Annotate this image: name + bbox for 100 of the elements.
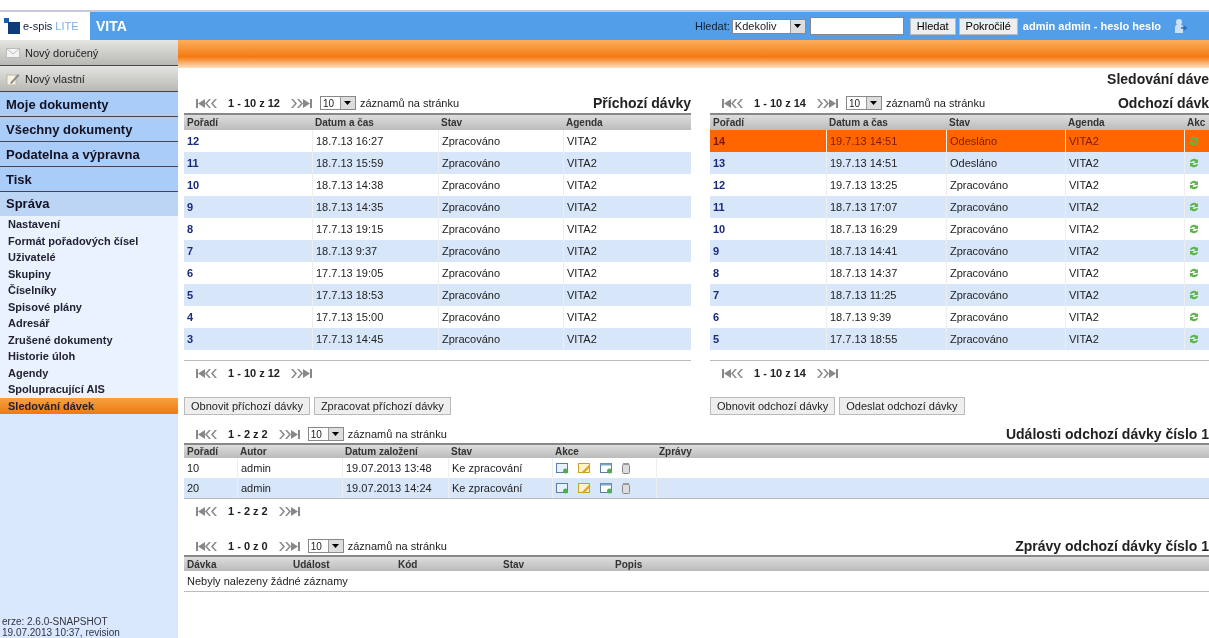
refresh-icon[interactable]	[1188, 267, 1200, 279]
column-header[interactable]: Událost	[290, 557, 395, 571]
column-header[interactable]: Datum a čas	[312, 115, 438, 130]
column-header[interactable]: Stav	[946, 115, 1065, 130]
action-button[interactable]: Obnovit příchozí dávky	[184, 397, 310, 415]
refresh-icon[interactable]	[1188, 333, 1200, 345]
edit-icon[interactable]	[578, 482, 591, 494]
column-header[interactable]: Pořadí	[184, 445, 237, 458]
refresh-icon[interactable]	[1188, 157, 1200, 169]
column-header[interactable]: Stav	[438, 115, 563, 130]
version-info: erze: 2.6.0-SNAPSHOT 19.07.2013 10:37, revision	[1, 616, 121, 638]
table-row[interactable]: 13 19.7.13 14:51 Odesláno VITA2	[710, 152, 1209, 174]
last-page-icon[interactable]	[277, 429, 300, 439]
header-button[interactable]: Pokročilé	[958, 17, 1018, 35]
last-page-icon[interactable]	[277, 506, 300, 516]
column-header[interactable]: Pořadí	[710, 115, 826, 130]
column-header[interactable]: Datum založení	[342, 445, 448, 458]
table-row[interactable]: 7 18.7.13 11:25 Zpracováno VITA2	[710, 284, 1209, 306]
refresh-icon[interactable]	[1188, 223, 1200, 235]
column-header[interactable]: Popis	[612, 557, 1209, 571]
refresh-icon[interactable]	[1188, 201, 1200, 213]
table-cell-text: 11	[712, 200, 726, 215]
refresh-icon[interactable]	[1188, 179, 1200, 191]
caret-icon	[344, 101, 352, 105]
search-field[interactable]	[809, 17, 904, 35]
first-page-icon[interactable]	[196, 429, 218, 439]
table-row[interactable]: 3 17.7.13 14:45 Zpracováno VITA2	[184, 328, 691, 350]
sidebar-action[interactable]: Nový doručený	[0, 40, 178, 66]
pager-range: 1 - 2 z 2	[228, 505, 268, 517]
edit-icon[interactable]	[578, 462, 591, 474]
document-add-icon[interactable]	[556, 462, 569, 474]
action-button[interactable]: Odeslat odchozí dávky	[839, 397, 965, 415]
table-cell: Zpracováno	[946, 328, 1065, 350]
first-page-icon[interactable]	[196, 506, 218, 516]
refresh-icon[interactable]	[1188, 245, 1200, 257]
trash-icon[interactable]	[622, 482, 630, 494]
action-button[interactable]: Obnovit odchozí dávky	[710, 397, 836, 415]
pencil-icon	[6, 71, 20, 86]
table-row[interactable]: 11 18.7.13 15:59 Zpracováno VITA2	[184, 152, 691, 174]
table-row[interactable]: 5 17.7.13 18:53 Zpracováno VITA2	[184, 284, 691, 306]
panel-title: Zprávy odchozí dávky číslo 1	[1015, 538, 1209, 554]
first-page-icon[interactable]	[722, 98, 744, 108]
column-header[interactable]: Datum a čas	[826, 115, 946, 130]
column-header[interactable]: Kód	[395, 557, 500, 571]
last-page-icon[interactable]	[290, 98, 312, 108]
per-page-select[interactable]: 10	[846, 96, 882, 110]
sidebar-section[interactable]: Správa	[0, 192, 178, 216]
document-add-icon[interactable]	[556, 482, 569, 494]
sidebar-section[interactable]: Moje dokumenty	[0, 92, 178, 117]
first-page-icon[interactable]	[196, 368, 218, 378]
table-cell: 19.07.2013 14:24	[342, 478, 448, 498]
last-page-icon[interactable]	[816, 368, 838, 378]
per-page-label: záznamů na stránku	[360, 97, 460, 109]
sidebar-action[interactable]: Nový vlastní	[0, 66, 178, 92]
table-row[interactable]: 5 17.7.13 18:55 Zpracováno VITA2	[710, 328, 1209, 350]
document-icon[interactable]	[600, 482, 613, 494]
table-cell-text: 9	[712, 244, 721, 259]
column-header[interactable]: Dávka	[184, 557, 290, 571]
search-scope-select[interactable]: Kdekoliv	[731, 18, 806, 34]
sidebar-section[interactable]: Všechny dokumenty	[0, 117, 178, 142]
column-header[interactable]: Akc	[1184, 115, 1209, 130]
per-page-select[interactable]: 10	[307, 539, 344, 553]
column-header[interactable]: Stav	[448, 445, 552, 458]
first-page-icon[interactable]	[196, 541, 218, 551]
logout-icon[interactable]	[1173, 18, 1189, 34]
refresh-icon[interactable]	[1188, 311, 1200, 323]
column-header[interactable]: Agenda	[563, 115, 691, 130]
table-row[interactable]: 9 18.7.13 14:41 Zpracováno VITA2	[710, 240, 1209, 262]
caret-icon	[332, 544, 340, 548]
column-header[interactable]: Autor	[237, 445, 342, 458]
app-name: VITA	[96, 18, 127, 34]
caret-icon	[794, 24, 802, 28]
table-cell-text: 12	[712, 178, 727, 193]
column-header[interactable]: Stav	[500, 557, 612, 571]
last-page-icon[interactable]	[816, 98, 838, 108]
pager-range: 1 - 0 z 0	[228, 540, 268, 552]
table-row[interactable]: 9 18.7.13 14:35 Zpracováno VITA2	[184, 196, 691, 218]
column-header[interactable]: Pořadí	[184, 115, 312, 130]
table-row[interactable]: 7 18.7.13 9:37 Zpracováno VITA2	[184, 240, 691, 262]
first-page-icon[interactable]	[196, 98, 218, 108]
table-cell-text: 4	[186, 310, 195, 325]
table-row[interactable]: 11 18.7.13 17:07 Zpracováno VITA2	[710, 196, 1209, 218]
column-header[interactable]: Zprávy	[656, 445, 1209, 458]
table-row[interactable]: 14 19.7.13 14:51 Odesláno VITA2	[710, 130, 1209, 152]
last-page-icon[interactable]	[277, 541, 300, 551]
document-icon[interactable]	[600, 462, 613, 474]
table-cell-text: 10	[186, 178, 201, 193]
last-page-icon[interactable]	[290, 368, 312, 378]
sidebar-section[interactable]: Podatelna a výpravna	[0, 142, 178, 167]
per-page-select[interactable]: 10	[307, 427, 344, 441]
column-header[interactable]: Akce	[552, 445, 656, 458]
refresh-icon[interactable]	[1188, 289, 1200, 301]
column-header[interactable]: Agenda	[1065, 115, 1184, 130]
header-button[interactable]: Hledat	[909, 17, 956, 35]
trash-icon[interactable]	[622, 462, 630, 474]
per-page-select[interactable]: 10	[320, 96, 356, 110]
table-cell: admin	[237, 478, 342, 498]
action-button[interactable]: Zpracovat příchozí dávky	[313, 397, 451, 415]
first-page-icon[interactable]	[722, 368, 744, 378]
sidebar-section[interactable]: Tisk	[0, 167, 178, 192]
